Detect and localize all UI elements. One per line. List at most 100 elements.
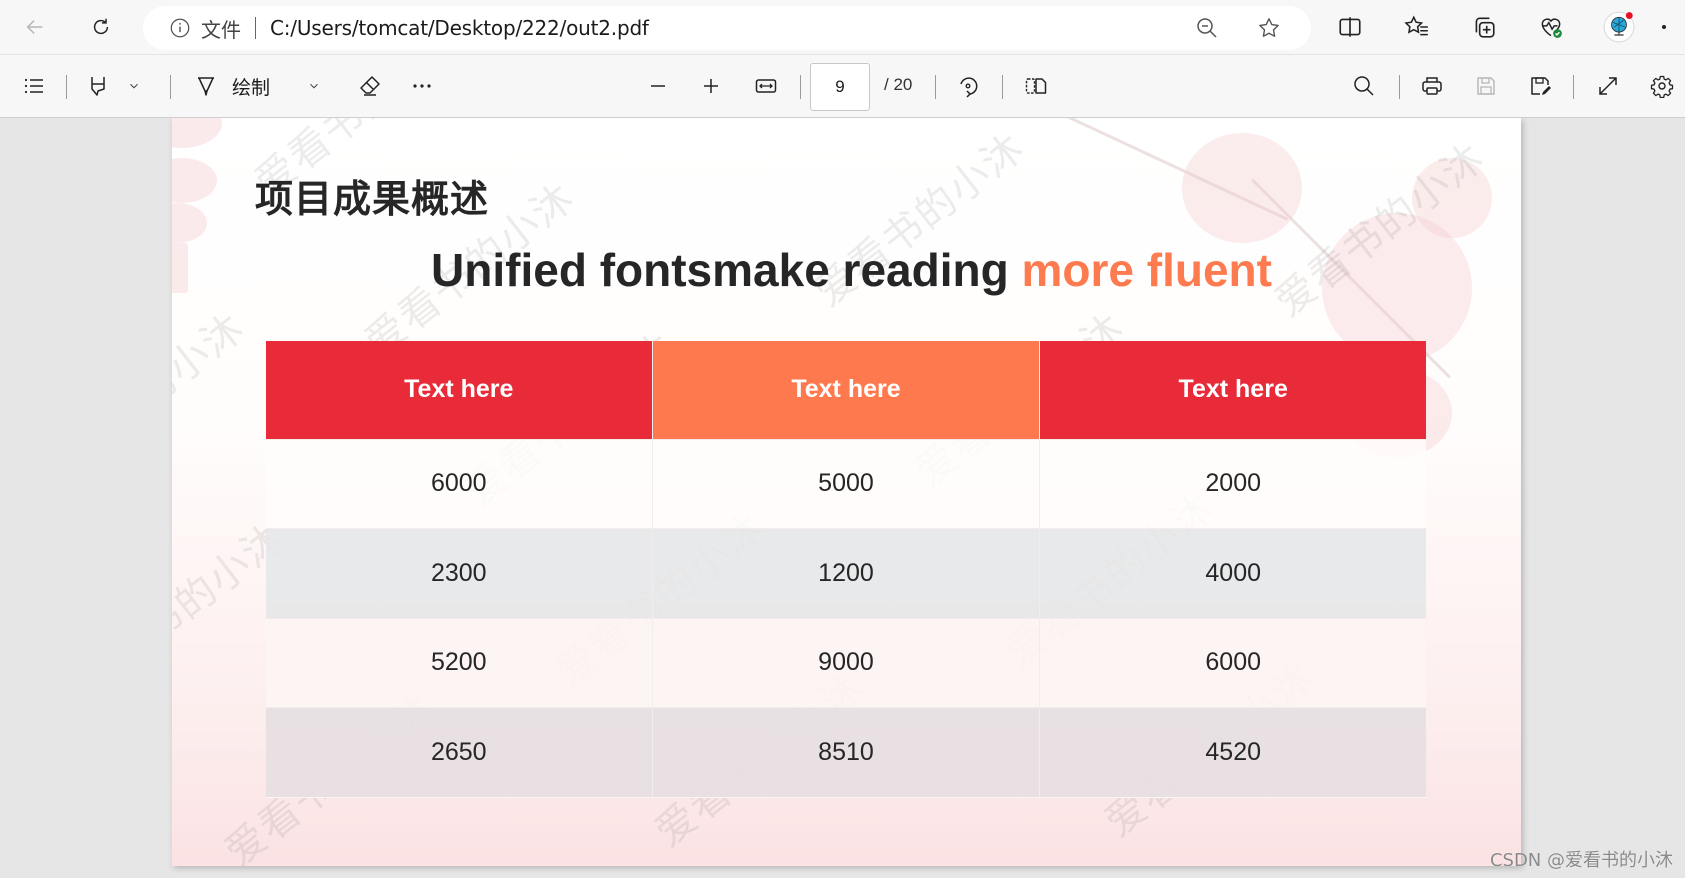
favorites-list-icon: [1404, 15, 1428, 36]
collections-icon: [1475, 17, 1495, 38]
save-as-button[interactable]: [1522, 67, 1558, 105]
chevron-down-icon: [310, 83, 318, 89]
toolbar-divider: [935, 75, 936, 99]
table-cell: 8510: [652, 707, 1041, 798]
back-icon: [26, 20, 43, 34]
draw-options-dropdown[interactable]: [302, 67, 326, 105]
eraser-icon: [360, 76, 380, 96]
more-tools-button[interactable]: [404, 67, 440, 105]
table-cell: 1200: [652, 528, 1041, 618]
table-row: 2300 1200 4000: [266, 528, 1426, 618]
highlight-button[interactable]: [80, 67, 116, 105]
more-menu-button[interactable]: [1662, 8, 1685, 46]
split-screen-icon: [1339, 17, 1361, 37]
erase-button[interactable]: [352, 67, 388, 105]
fit-to-width-button[interactable]: [748, 67, 784, 105]
browser-top-bar: 文件 C:/Users/tomcat/Desktop/222/out2.pdf: [0, 0, 1685, 54]
browser-essentials-button[interactable]: [1532, 8, 1570, 46]
table-cell: 2650: [266, 707, 653, 798]
table-cell: 4000: [1039, 528, 1426, 618]
more-dots-icon: [1662, 25, 1666, 29]
plus-icon: [704, 79, 718, 93]
draw-button[interactable]: 绘制: [194, 67, 270, 105]
lantern-decoration: [172, 158, 217, 203]
results-table: Text here Text here Text here 6000 5000 …: [266, 341, 1426, 798]
table-cell: 9000: [652, 617, 1041, 708]
pen-icon: [198, 77, 214, 96]
subtitle-main-text: Unified fontsmake reading: [431, 244, 1022, 296]
rotate-icon: [960, 77, 978, 98]
search-button[interactable]: [1346, 67, 1382, 105]
table-row: 2650 8510 4520: [266, 707, 1426, 798]
table-cell: 6000: [266, 438, 653, 529]
profile-button[interactable]: [1600, 8, 1638, 46]
table-cell: 5200: [266, 617, 653, 708]
page-total: / 20: [884, 75, 913, 94]
toolbar-divider: [800, 75, 801, 99]
save-icon: [1477, 77, 1495, 95]
back-button[interactable]: [17, 9, 53, 45]
favorites-button[interactable]: [1398, 8, 1436, 46]
zoom-out-icon: [1197, 18, 1217, 38]
print-icon: [1422, 77, 1442, 95]
page-view-button[interactable]: [1018, 67, 1054, 105]
favorite-star-icon: [1259, 18, 1279, 37]
subtitle-accent-text: more fluent: [1021, 244, 1272, 296]
address-url[interactable]: C:/Users/tomcat/Desktop/222/out2.pdf: [270, 16, 649, 40]
table-cell: 2000: [1039, 438, 1426, 529]
table-header-row: Text here Text here Text here: [266, 341, 1426, 439]
expand-icon: [1599, 77, 1617, 95]
toolbar-divider: [170, 75, 171, 99]
page-number-input[interactable]: 9: [810, 63, 870, 111]
pdf-viewer-area[interactable]: 爱看书的小沐 爱看书的小沐 爱看书的小沐 爱看书的小沐 爱看书的小沐 爱看书的小…: [0, 118, 1685, 878]
draw-label: 绘制: [232, 76, 271, 99]
fullscreen-button[interactable]: [1590, 67, 1626, 105]
refresh-button[interactable]: [83, 9, 119, 45]
minus-icon: [651, 85, 665, 87]
collections-button[interactable]: [1465, 8, 1503, 46]
contents-button[interactable]: [16, 67, 52, 105]
toolbar-divider: [1573, 75, 1574, 99]
search-icon: [1354, 76, 1374, 96]
favorite-button[interactable]: [1249, 8, 1289, 48]
address-scheme-label: 文件: [201, 17, 241, 42]
address-bar[interactable]: 文件 C:/Users/tomcat/Desktop/222/out2.pdf: [143, 6, 1311, 50]
gear-icon: [1650, 75, 1674, 98]
table-cell: 5000: [652, 438, 1041, 529]
split-screen-button[interactable]: [1331, 8, 1369, 46]
rotate-button[interactable]: [950, 67, 986, 105]
watermark-text: 爱看书的小沐: [172, 304, 254, 496]
profile-avatar-icon: [1603, 11, 1635, 43]
highlighter-icon: [91, 77, 105, 96]
refresh-icon: [93, 18, 109, 35]
highlight-options-dropdown[interactable]: [122, 67, 146, 105]
table-row: 5200 9000 6000: [266, 617, 1426, 708]
pdf-page: 爱看书的小沐 爱看书的小沐 爱看书的小沐 爱看书的小沐 爱看书的小沐 爱看书的小…: [172, 118, 1521, 866]
toolbar-divider: [66, 75, 67, 99]
more-horizontal-icon: [413, 84, 431, 88]
table-header-cell: Text here: [1039, 341, 1426, 439]
blossom-decoration: [1412, 158, 1492, 238]
zoom-out-button[interactable]: [1187, 8, 1227, 48]
toolbar-divider: [1399, 75, 1400, 99]
info-icon[interactable]: [169, 17, 191, 39]
save-button[interactable]: [1468, 67, 1504, 105]
fit-width-icon: [755, 79, 777, 93]
table-cell: 6000: [1039, 617, 1426, 708]
slide-title: 项目成果概述: [255, 177, 490, 221]
lantern-decoration: [172, 203, 207, 243]
table-row: 6000 5000 2000: [266, 438, 1426, 529]
table-cell: 2300: [266, 528, 653, 618]
toolbar-divider: [1002, 75, 1003, 99]
settings-button[interactable]: [1644, 67, 1680, 105]
zoom-out-button[interactable]: [640, 67, 676, 105]
zoom-in-button[interactable]: [693, 67, 729, 105]
blossom-decoration: [1182, 133, 1302, 243]
browser-essentials-icon: [1541, 18, 1562, 38]
slide-subtitle: Unified fontsmake reading more fluent: [172, 243, 1521, 297]
table-cell: 4520: [1039, 707, 1426, 798]
lantern-decoration: [172, 118, 222, 148]
chevron-down-icon: [130, 83, 138, 89]
print-button[interactable]: [1414, 67, 1450, 105]
two-page-view-icon: [1025, 78, 1047, 94]
